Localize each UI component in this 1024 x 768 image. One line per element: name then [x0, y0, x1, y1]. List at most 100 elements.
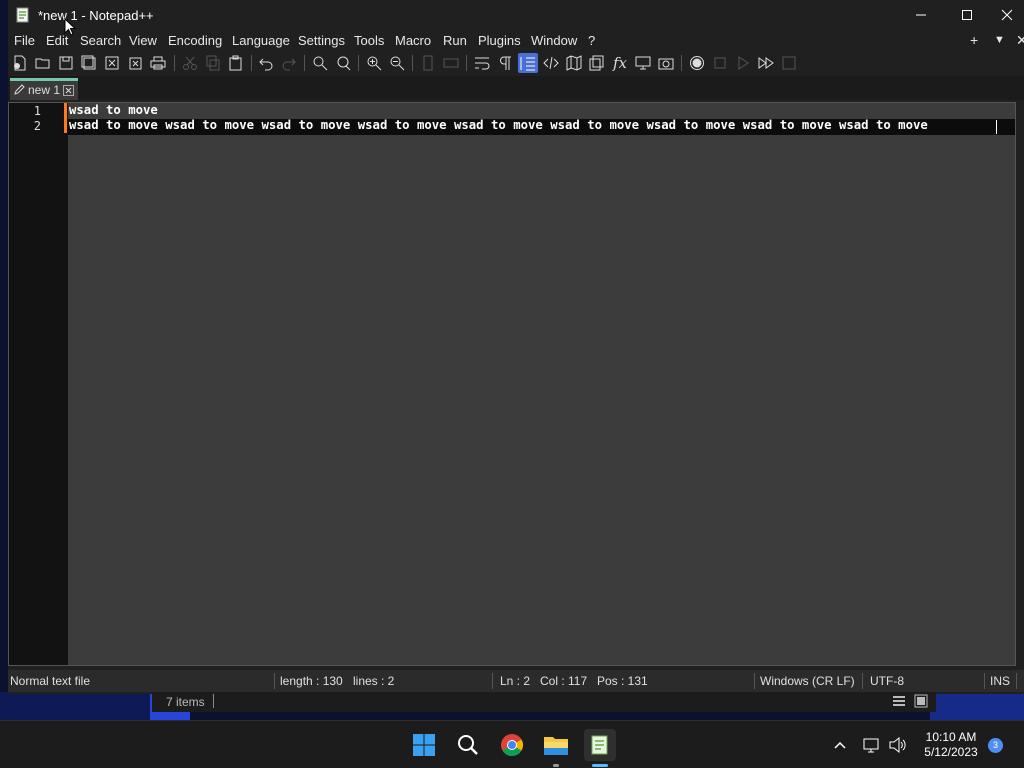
editor-line-2[interactable]: wsad to move wsad to move wsad to move w… — [69, 118, 928, 132]
document-map-button[interactable] — [564, 53, 584, 73]
monitoring-button[interactable] — [656, 53, 676, 73]
cut-button[interactable] — [180, 53, 200, 73]
status-separator — [754, 673, 755, 689]
paste-button[interactable] — [226, 53, 246, 73]
toolbar-separator — [251, 55, 252, 71]
status-encoding[interactable]: UTF-8 — [870, 674, 904, 688]
menu-language[interactable]: Language — [232, 33, 290, 48]
menu-macro[interactable]: Macro — [395, 33, 431, 48]
tab-close-icon[interactable] — [63, 85, 74, 96]
menu-encoding[interactable]: Encoding — [168, 33, 222, 48]
status-file-type: Normal text file — [10, 674, 91, 688]
status-eol[interactable]: Windows (CR LF) — [760, 674, 855, 688]
tab-label: new 1 — [28, 83, 61, 97]
run-macro-multiple-button[interactable] — [756, 53, 776, 73]
dropdown-arrow-icon[interactable]: ▼ — [994, 34, 1005, 46]
volume-control[interactable] — [884, 729, 912, 761]
taskbar-search-button[interactable] — [452, 729, 484, 761]
undo-button[interactable] — [256, 53, 276, 73]
details-view-icon[interactable] — [892, 695, 906, 711]
pilcrow-icon — [500, 56, 511, 70]
menu-settings[interactable]: Settings — [298, 33, 345, 48]
close-all-button[interactable] — [125, 53, 145, 73]
scissors-icon — [183, 56, 197, 70]
word-wrap-button[interactable] — [472, 53, 492, 73]
status-separator — [274, 673, 275, 689]
save-macro-button[interactable] — [779, 53, 799, 73]
code-tag-icon — [543, 56, 559, 70]
taskbar-notepad-plus-plus[interactable] — [584, 729, 616, 767]
search-icon — [313, 56, 328, 71]
new-file-button[interactable] — [10, 53, 30, 73]
maximize-icon — [962, 10, 972, 20]
zoom-out-button[interactable] — [387, 53, 407, 73]
status-lines: lines : 2 — [353, 674, 395, 688]
menu-view[interactable]: View — [129, 33, 157, 48]
mouse-cursor-icon — [64, 18, 76, 36]
toolbar-separator — [412, 55, 413, 71]
editor-line-1[interactable]: wsad to move — [69, 103, 158, 117]
plus-icon[interactable]: + — [970, 32, 978, 48]
pencil-icon — [14, 84, 25, 98]
line-number: 2 — [33, 119, 41, 133]
menu-tools[interactable]: Tools — [354, 33, 384, 48]
start-button[interactable] — [408, 729, 440, 761]
maximize-button[interactable] — [944, 0, 990, 30]
show-hidden-icons-button[interactable] — [826, 729, 854, 761]
show-all-characters-button[interactable] — [495, 53, 515, 73]
text-editor[interactable]: 1 2 wsad to move wsad to move wsad to mo… — [8, 102, 1016, 666]
save-button[interactable] — [56, 53, 76, 73]
close-file-button[interactable] — [102, 53, 122, 73]
title-bar[interactable]: *new 1 - Notepad++ — [8, 0, 1024, 30]
play-macro-button[interactable] — [733, 53, 753, 73]
zoom-in-button[interactable] — [364, 53, 384, 73]
indent-guide-button[interactable] — [518, 53, 538, 73]
menu-window[interactable]: Window — [531, 33, 577, 48]
find-button[interactable] — [310, 53, 330, 73]
menu-help[interactable]: ? — [588, 33, 595, 48]
stop-macro-button[interactable] — [710, 53, 730, 73]
folder-as-workspace-button[interactable] — [633, 53, 653, 73]
record-macro-button[interactable] — [687, 53, 707, 73]
tab-new-1[interactable]: new 1 — [10, 78, 78, 100]
function-list-button[interactable]: fx — [610, 53, 630, 73]
system-clock[interactable]: 10:10 AM 5/12/2023 — [912, 730, 990, 760]
copy-button[interactable] — [203, 53, 223, 73]
save-all-button[interactable] — [79, 53, 99, 73]
document-list-button[interactable] — [587, 53, 607, 73]
menu-run[interactable]: Run — [443, 33, 467, 48]
menu-search[interactable]: Search — [80, 33, 121, 48]
replace-button[interactable] — [333, 53, 353, 73]
status-bar: Normal text file length : 130 lines : 2 … — [8, 670, 1024, 692]
monitor-icon — [635, 56, 651, 70]
toolbar-separator — [681, 55, 682, 71]
udl-button[interactable] — [541, 53, 561, 73]
toolbar: fx — [8, 52, 1024, 74]
network-status[interactable] — [858, 729, 886, 761]
minimize-button[interactable] — [898, 0, 944, 30]
new-file-icon — [14, 55, 26, 71]
status-separator — [1016, 673, 1017, 689]
menu-file[interactable]: File — [14, 33, 35, 48]
folder-icon — [544, 737, 568, 755]
notification-badge[interactable]: 3 — [988, 738, 1003, 753]
redo-button[interactable] — [279, 53, 299, 73]
taskbar-file-explorer[interactable] — [540, 729, 572, 767]
indent-guide-icon — [520, 57, 535, 71]
status-column: Col : 117 — [540, 674, 588, 688]
large-icons-view-icon[interactable] — [914, 694, 928, 711]
taskbar-chrome[interactable] — [496, 729, 528, 761]
menu-plugins[interactable]: Plugins — [478, 33, 521, 48]
toolbar-separator — [358, 55, 359, 71]
sync-horizontal-button[interactable] — [441, 53, 461, 73]
open-file-button[interactable] — [33, 53, 53, 73]
status-insert-mode[interactable]: INS — [990, 674, 1010, 688]
print-button[interactable] — [148, 53, 168, 73]
taskbar: 10:10 AM 5/12/2023 3 — [0, 720, 1024, 768]
map-icon — [566, 55, 582, 71]
clock-time: 10:10 AM — [925, 730, 977, 744]
running-indicator — [553, 764, 559, 767]
close-icon[interactable]: ✕ — [1016, 32, 1024, 49]
sync-vertical-button[interactable] — [418, 53, 438, 73]
close-window-button[interactable] — [990, 0, 1024, 30]
